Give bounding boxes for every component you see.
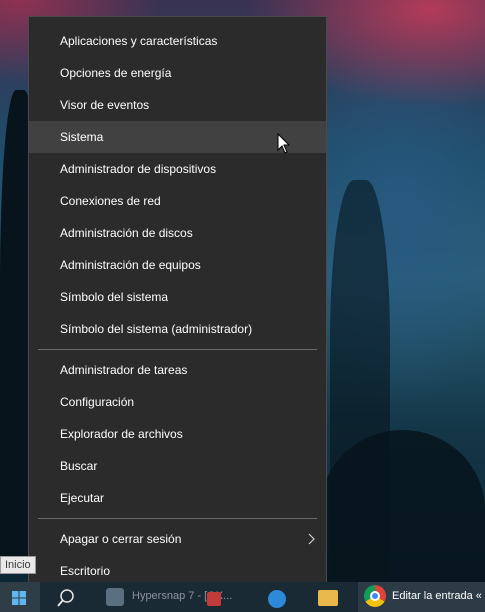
menu-item-label: Buscar xyxy=(60,459,98,473)
menu-item-label: Explorador de archivos xyxy=(60,427,183,441)
menu-item-label: Sistema xyxy=(60,130,104,144)
menu-item-computer-management[interactable]: Administración de equipos xyxy=(29,249,326,281)
menu-item-label: Símbolo del sistema xyxy=(60,290,169,304)
app-icon-blue-circle[interactable] xyxy=(268,590,286,608)
folder-icon[interactable] xyxy=(318,590,338,606)
menu-item-shutdown-signout[interactable]: Apagar o cerrar sesión xyxy=(29,523,326,555)
menu-item-apps-features[interactable]: Aplicaciones y características xyxy=(29,25,326,57)
menu-item-search[interactable]: Buscar xyxy=(29,450,326,482)
menu-separator xyxy=(38,518,317,519)
menu-item-label: Ejecutar xyxy=(60,491,105,505)
mouse-pointer-icon xyxy=(277,133,291,154)
menu-item-label: Símbolo del sistema (administrador) xyxy=(60,322,253,336)
menu-item-disk-management[interactable]: Administración de discos xyxy=(29,217,326,249)
search-icon[interactable] xyxy=(56,588,76,608)
menu-item-network-connections[interactable]: Conexiones de red xyxy=(29,185,326,217)
menu-item-command-prompt[interactable]: Símbolo del sistema xyxy=(29,281,326,313)
menu-item-label: Configuración xyxy=(60,395,135,409)
hypersnap-icon[interactable] xyxy=(106,588,124,606)
start-button[interactable] xyxy=(0,582,40,612)
menu-item-label: Aplicaciones y características xyxy=(60,34,218,48)
menu-item-label: Administración de equipos xyxy=(60,258,201,272)
menu-item-label: Opciones de energía xyxy=(60,66,172,80)
menu-item-label: Escritorio xyxy=(60,564,111,578)
menu-item-settings[interactable]: Configuración xyxy=(29,386,326,418)
app-icon-red[interactable] xyxy=(207,592,221,606)
menu-item-run[interactable]: Ejecutar xyxy=(29,482,326,514)
winx-context-menu: Aplicaciones y características Opciones … xyxy=(28,16,327,598)
menu-item-task-manager[interactable]: Administrador de tareas xyxy=(29,354,326,386)
start-tooltip: Inicio xyxy=(0,556,36,574)
menu-item-label: Apagar o cerrar sesión xyxy=(60,532,182,546)
menu-item-device-manager[interactable]: Administrador de dispositivos xyxy=(29,153,326,185)
menu-separator xyxy=(38,349,317,350)
menu-item-command-prompt-admin[interactable]: Símbolo del sistema (administrador) xyxy=(29,313,326,345)
menu-item-label: Administración de discos xyxy=(60,226,193,240)
menu-item-event-viewer[interactable]: Visor de eventos xyxy=(29,89,326,121)
menu-item-label: Visor de eventos xyxy=(60,98,150,112)
menu-item-label: Administrador de dispositivos xyxy=(60,162,217,176)
menu-item-file-explorer[interactable]: Explorador de archivos xyxy=(29,418,326,450)
taskbar-app-chrome[interactable]: Editar la entrada « xyxy=(392,590,482,602)
menu-item-power-options[interactable]: Opciones de energía xyxy=(29,57,326,89)
menu-item-label: Conexiones de red xyxy=(60,194,161,208)
chrome-icon[interactable] xyxy=(364,585,386,607)
wallpaper-hill xyxy=(320,430,485,590)
menu-item-label: Administrador de tareas xyxy=(60,363,188,377)
windows-logo-icon xyxy=(12,591,26,605)
